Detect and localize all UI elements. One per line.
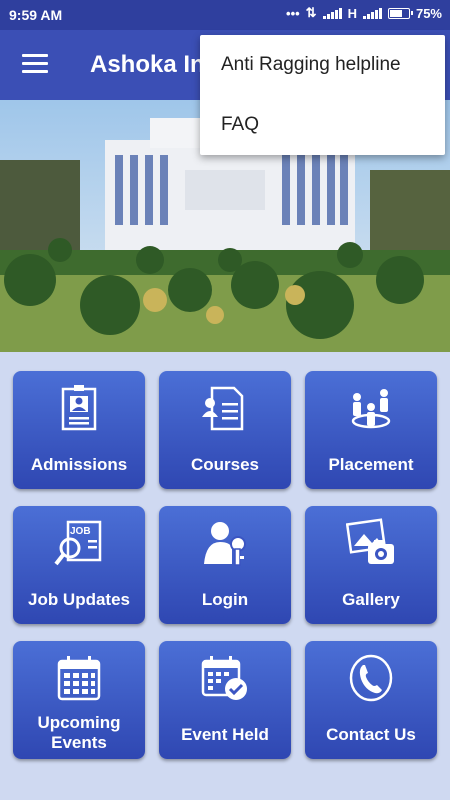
overflow-menu: Anti Ragging helpline FAQ [200, 35, 445, 155]
menu-icon[interactable] [22, 54, 48, 76]
status-time: 9:59 AM [9, 7, 63, 23]
data-arrows-icon: ⇅ [305, 5, 317, 20]
menu-item-anti-ragging[interactable]: Anti Ragging helpline [200, 35, 445, 95]
people-network-icon [351, 389, 391, 429]
job-updates-tile[interactable]: JOB Job Updates [13, 506, 145, 624]
user-key-icon [204, 522, 246, 566]
svg-text:JOB: JOB [70, 526, 91, 537]
signal-icon [322, 7, 342, 19]
status-indicators: ••• ⇅ H 75% [286, 5, 442, 21]
event-held-tile[interactable]: Event Held [159, 641, 291, 759]
status-bar: 9:59 AM ••• ⇅ H 75% [0, 0, 450, 30]
phone-icon [349, 654, 393, 702]
calendar-icon [57, 656, 101, 701]
login-tile[interactable]: Login [159, 506, 291, 624]
upcoming-events-tile[interactable]: Upcoming Events [13, 641, 145, 759]
calendar-check-icon [201, 656, 247, 700]
tile-label: Gallery [342, 590, 400, 609]
tile-label: Upcoming Events [13, 713, 145, 753]
tile-label: Login [201, 590, 249, 609]
contact-us-tile[interactable]: Contact Us [305, 641, 437, 759]
tile-label: Placement [328, 455, 414, 474]
courses-tile[interactable]: Courses [159, 371, 291, 489]
camera-picture-icon [346, 518, 394, 564]
battery-percent: 75% [415, 5, 442, 21]
admissions-tile[interactable]: Admissions [13, 371, 145, 489]
tile-label-line2: Events [51, 733, 107, 752]
battery-icon [387, 7, 413, 19]
placement-tile[interactable]: Placement [305, 371, 437, 489]
document-person-icon [202, 386, 244, 431]
tile-label-line1: Upcoming [37, 713, 121, 732]
tile-label: Event Held [181, 725, 269, 744]
signal-icon-2 [362, 7, 382, 19]
tile-label: Contact Us [326, 725, 416, 744]
network-type: H [347, 5, 357, 21]
menu-item-faq[interactable]: FAQ [200, 95, 445, 155]
tile-label: Job Updates [27, 590, 131, 609]
gallery-tile[interactable]: Gallery [305, 506, 437, 624]
tile-label: Courses [190, 455, 260, 474]
job-search-icon: JOB [54, 520, 102, 566]
id-card-icon [61, 385, 97, 431]
notification-dots: ••• [286, 5, 300, 21]
tile-label: Admissions [30, 455, 128, 474]
